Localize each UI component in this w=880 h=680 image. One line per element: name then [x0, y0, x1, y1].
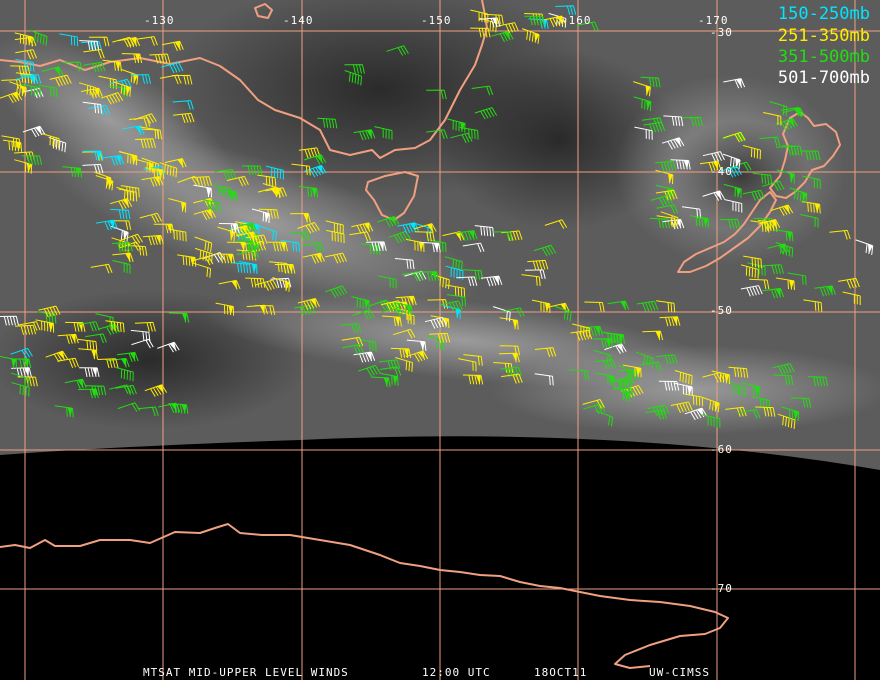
- legend-item-501-700mb: 501-700mb: [777, 68, 870, 88]
- lon-label-140: -140: [283, 14, 314, 27]
- legend-item-150-250mb: 150-250mb: [777, 4, 870, 24]
- antarctica-coastline: [0, 523, 729, 669]
- lat-label-40: -40: [710, 165, 733, 178]
- map-canvas: [0, 0, 880, 680]
- lat-label-60: -60: [710, 443, 733, 456]
- legend-item-251-350mb: 251-350mb: [777, 26, 870, 46]
- satellite-wind-map: -130 -140 -150 -160 -170 -30 -40 -50 -60…: [0, 0, 880, 680]
- lon-label-170: -170: [698, 14, 729, 27]
- legend-item-351-500mb: 351-500mb: [777, 47, 870, 67]
- valid-date: 18OCT11: [534, 666, 588, 679]
- lon-label-160: -160: [561, 14, 592, 27]
- product-title: MTSAT MID-UPPER LEVEL WINDS: [143, 666, 349, 679]
- lon-label-130: -130: [144, 14, 175, 27]
- lon-label-150: -150: [421, 14, 452, 27]
- source-credit: UW-CIMSS: [649, 666, 710, 679]
- lat-label-50: -50: [710, 304, 733, 317]
- footer-caption: MTSAT MID-UPPER LEVEL WINDS 12:00 UTC 18…: [0, 666, 880, 679]
- lat-label-70: -70: [710, 582, 733, 595]
- lat-label-30: -30: [710, 26, 733, 39]
- valid-time: 12:00 UTC: [422, 666, 491, 679]
